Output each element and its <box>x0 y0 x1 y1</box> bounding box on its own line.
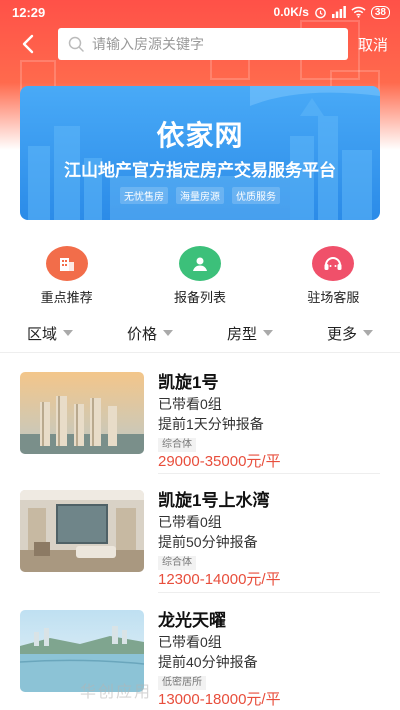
listing-price: 29000-35000元/平 <box>158 453 281 470</box>
dropdown-arrow-icon <box>363 330 373 336</box>
quick-nav-label: 重点推荐 <box>40 290 93 305</box>
dropdown-arrow-icon <box>263 330 273 336</box>
battery-icon: 38 <box>370 5 390 19</box>
listing-photo <box>20 372 144 454</box>
user-report-icon <box>178 246 221 281</box>
listing-viewed: 已带看0组 <box>158 396 222 412</box>
listing-viewed: 已带看0组 <box>158 634 222 650</box>
listing-name: 凯旋1号上水湾 <box>158 491 270 510</box>
quick-nav-label: 报备列表 <box>173 290 226 305</box>
divider <box>158 592 380 593</box>
alarm-icon <box>315 7 326 18</box>
wifi-icon <box>351 6 366 18</box>
quick-nav-label: 驻场客服 <box>307 290 360 305</box>
listing-item[interactable]: 龙光天曜 已带看0组 提前40分钟报备 低密居所 13000-18000元/平 <box>0 610 400 710</box>
search-icon <box>68 36 84 52</box>
divider <box>0 352 400 353</box>
customer-service-icon <box>312 246 355 281</box>
filter-label: 价格 <box>126 325 157 343</box>
listing-photo <box>20 490 144 572</box>
search-input[interactable] <box>92 36 332 52</box>
search-box[interactable] <box>58 28 348 60</box>
divider <box>158 473 380 474</box>
banner-subtitle: 江山地产官方指定房产交易服务平台 <box>64 161 336 180</box>
top-bar: 取消 <box>0 26 400 62</box>
back-button[interactable] <box>14 30 42 58</box>
listing-viewed: 已带看0组 <box>158 514 222 530</box>
banner-tag: 海量房源 <box>176 187 224 204</box>
status-time: 12:29 <box>12 5 46 20</box>
status-bar: 12:29 0.0K/s 38 <box>0 0 400 26</box>
filter-bar: 区域 价格 房型 更多 <box>0 318 400 348</box>
filter-more[interactable]: 更多 <box>300 318 400 348</box>
filter-price[interactable]: 价格 <box>100 318 200 348</box>
listing-tag: 综合体 <box>158 438 196 452</box>
cancel-button[interactable]: 取消 <box>358 34 388 55</box>
filter-label: 房型 <box>226 325 257 343</box>
quick-nav-featured[interactable]: 重点推荐 <box>0 246 133 306</box>
listing-name: 龙光天曜 <box>158 611 226 630</box>
listing-tag: 低密居所 <box>158 676 206 690</box>
quick-nav-customer-service[interactable]: 驻场客服 <box>267 246 400 306</box>
dropdown-arrow-icon <box>163 330 173 336</box>
quick-nav: 重点推荐 报备列表 驻场客服 <box>0 246 400 306</box>
promo-banner[interactable]: 依家网 江山地产官方指定房产交易服务平台 无忧售房 海量房源 优质服务 <box>20 86 380 220</box>
signal-icon <box>331 6 346 18</box>
filter-area[interactable]: 区域 <box>0 318 100 348</box>
status-indicators: 0.0K/s 38 <box>274 5 390 19</box>
listing-item[interactable]: 凯旋1号 已带看0组 提前1天分钟报备 综合体 29000-35000元/平 <box>0 372 400 482</box>
filter-room-type[interactable]: 房型 <box>200 318 300 348</box>
network-speed: 0.0K/s <box>273 5 309 19</box>
building-icon <box>45 246 88 281</box>
listing-item[interactable]: 凯旋1号上水湾 已带看0组 提前50分钟报备 综合体 12300-14000元/… <box>0 490 400 600</box>
listing-name: 凯旋1号 <box>158 373 219 392</box>
banner-tag: 无忧售房 <box>120 187 168 204</box>
chevron-left-icon <box>22 34 34 54</box>
listing-info: 龙光天曜 已带看0组 提前40分钟报备 低密居所 13000-18000元/平 <box>158 610 388 710</box>
listing-info: 凯旋1号上水湾 已带看0组 提前50分钟报备 综合体 12300-14000元/… <box>158 490 388 590</box>
listing-info: 凯旋1号 已带看0组 提前1天分钟报备 综合体 29000-35000元/平 <box>158 372 388 472</box>
banner-tag: 优质服务 <box>232 187 280 204</box>
quick-nav-report-list[interactable]: 报备列表 <box>133 246 266 306</box>
banner-tags: 无忧售房 海量房源 优质服务 <box>20 187 380 204</box>
listing-price: 12300-14000元/平 <box>158 571 281 588</box>
listing-tag: 综合体 <box>158 556 196 570</box>
listing-report-time: 提前1天分钟报备 <box>158 416 264 432</box>
listing-report-time: 提前40分钟报备 <box>158 654 258 670</box>
listing-report-time: 提前50分钟报备 <box>158 534 258 550</box>
filter-label: 更多 <box>326 325 357 343</box>
dropdown-arrow-icon <box>63 330 73 336</box>
watermark: 华创应用 <box>80 684 153 701</box>
listing-price: 13000-18000元/平 <box>158 691 281 708</box>
banner-title: 依家网 <box>156 120 244 151</box>
filter-label: 区域 <box>26 325 57 343</box>
